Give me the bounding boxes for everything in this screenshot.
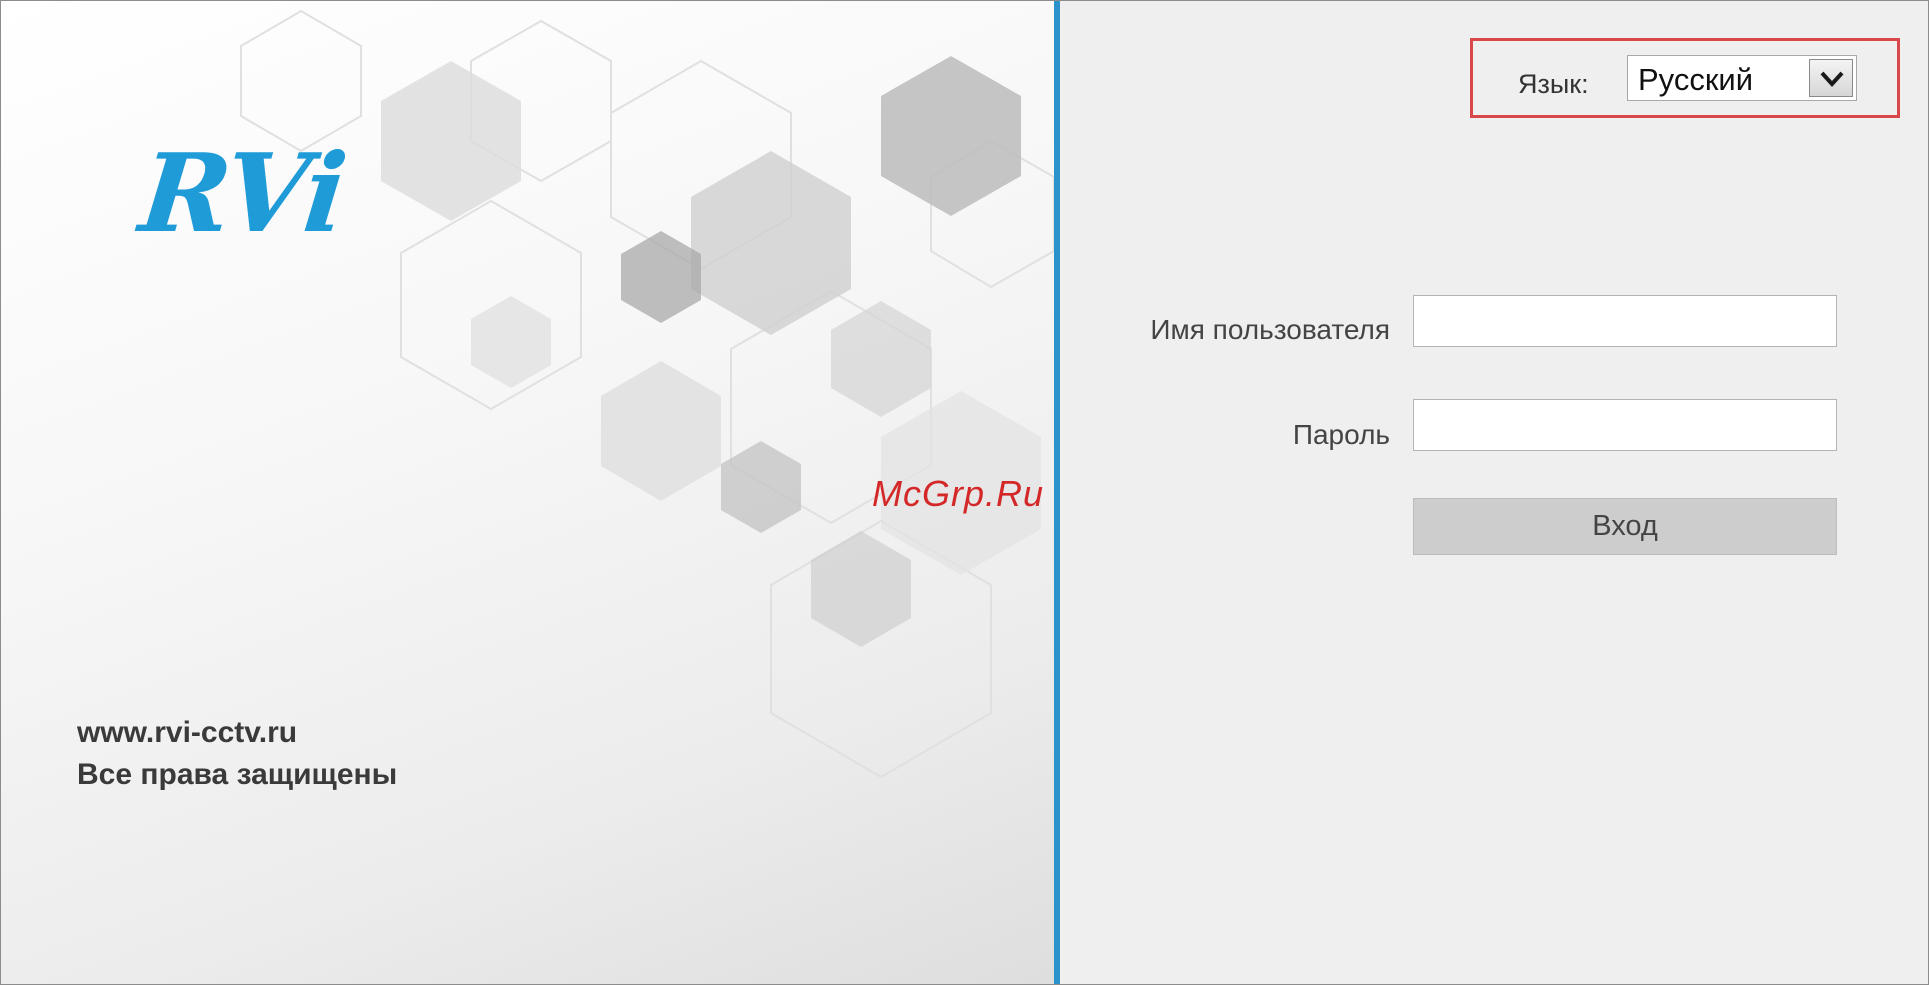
- copyright-text: Все права защищены: [77, 758, 398, 791]
- password-input[interactable]: [1413, 399, 1837, 451]
- chevron-down-icon: [1820, 71, 1844, 87]
- username-label: Имя пользователя: [1150, 314, 1390, 345]
- language-select[interactable]: Русский: [1627, 55, 1857, 101]
- watermark: McGrp.Ru: [872, 473, 1045, 514]
- login-window: RVi www.rvi-cctv.ru Все права защищены M…: [0, 0, 1929, 985]
- rvi-logo: RVi: [134, 131, 351, 257]
- login-panel: Язык: Русский Имя пользователя Пароль Вх…: [1060, 1, 1928, 984]
- language-selector-highlight: Язык: Русский: [1470, 38, 1900, 118]
- password-label: Пароль: [1292, 419, 1390, 450]
- website-url: www.rvi-cctv.ru: [77, 716, 298, 749]
- username-input[interactable]: [1413, 295, 1837, 347]
- language-label: Язык:: [1518, 69, 1589, 99]
- login-button[interactable]: Вход: [1413, 498, 1837, 555]
- language-dropdown-button[interactable]: [1809, 59, 1853, 97]
- language-selected-value: Русский: [1638, 62, 1754, 97]
